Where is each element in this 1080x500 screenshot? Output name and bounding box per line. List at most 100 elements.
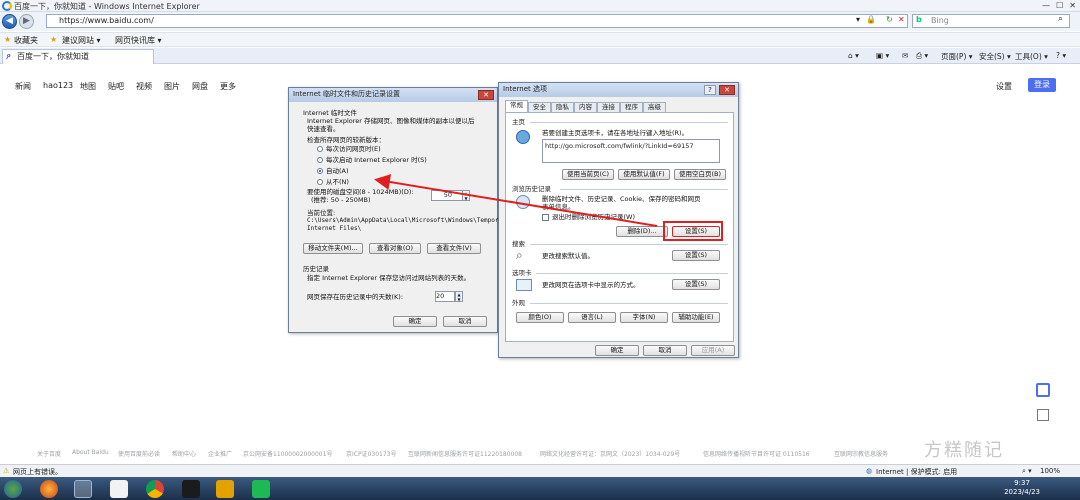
close-icon[interactable]: ✕ [1069,1,1076,11]
app-icon[interactable] [216,480,234,498]
ie-taskbar-icon[interactable] [74,480,92,498]
close-icon[interactable]: ✕ [719,85,735,95]
text-editor-icon[interactable] [110,480,128,498]
cancel-button[interactable]: 取消 [443,316,487,327]
chrome-icon[interactable] [146,480,164,498]
feeds-icon[interactable]: ▣ ▾ [876,51,889,60]
tab-programs[interactable]: 程序 [620,102,643,112]
cancel-button[interactable]: 取消 [643,345,687,356]
use-default-button[interactable]: 使用默认值(F) [618,169,670,180]
footer-link[interactable]: 网络文化经营许可证：京网文（2023）1034-029号 [540,449,680,458]
apply-button[interactable]: 应用(A) [691,345,735,356]
footer-link[interactable]: 帮助中心 [172,449,196,458]
nav-news[interactable]: 新闻 [15,81,31,92]
safety-menu[interactable]: 安全(S) ▾ [979,51,1011,62]
exit-delete-checkbox[interactable] [542,214,549,221]
history-days-field[interactable]: 20 [435,291,455,302]
tab-connections[interactable]: 连接 [597,102,620,112]
nav-video[interactable]: 视频 [136,81,152,92]
move-folder-button[interactable]: 移动文件夹(M)... [303,243,363,254]
web-slice-gallery[interactable]: 网页快讯库 ▾ [115,35,162,46]
home-url-field[interactable]: http://go.microsoft.com/fwlink/?LinkId=6… [542,139,720,163]
accessibility-button[interactable]: 辅助功能(E) [672,312,720,323]
github-icon[interactable] [182,480,200,498]
tabs-settings-button[interactable]: 设置(S) [672,279,720,290]
login-button[interactable]: 登录 [1028,78,1056,92]
footer-link[interactable]: 京ICP证030173号 [346,449,396,458]
languages-button[interactable]: 语言(L) [568,312,616,323]
refresh-icon[interactable]: ↻ [886,15,893,24]
radio-never[interactable] [317,179,323,185]
forward-icon[interactable]: ▶ [19,14,34,29]
minimize-icon[interactable]: — [1042,1,1050,11]
zoom-level[interactable]: 100% [1040,467,1060,475]
help-icon[interactable]: ? [704,85,716,95]
delete-button[interactable]: 删除(D)... [616,226,668,237]
maximize-icon[interactable]: ☐ [1056,1,1063,11]
pycharm-icon[interactable] [252,480,270,498]
radio-every-visit[interactable] [317,146,323,152]
warning-icon[interactable]: ⚠ [3,467,9,475]
tools-menu[interactable]: 工具(O) ▾ [1015,51,1048,62]
ok-button[interactable]: 确定 [595,345,639,356]
start-icon[interactable] [4,480,22,498]
footer-link[interactable]: 互联网新闻信息服务许可证11220180008 [408,449,522,458]
add-favorite-icon[interactable]: ★ [50,35,57,44]
ok-button[interactable]: 确定 [393,316,437,327]
use-blank-button[interactable]: 使用空白页(B) [674,169,726,180]
nav-map[interactable]: 地图 [80,81,96,92]
radio-automatic[interactable] [317,168,323,174]
footer-link[interactable]: 关于百度 [37,449,61,458]
page-menu[interactable]: 页面(P) ▾ [941,51,973,62]
tab-content[interactable]: 内容 [574,102,597,112]
dropdown-icon[interactable]: ▾ [856,15,860,24]
view-objects-button[interactable]: 查看对象(O) [369,243,421,254]
view-files-button[interactable]: 查看文件(V) [427,243,481,254]
nav-tieba[interactable]: 贴吧 [108,81,124,92]
search-settings-button[interactable]: 设置(S) [672,250,720,261]
footer-link[interactable]: 信息网络传播视听节目许可证 0110516 [703,449,810,458]
footer-link[interactable]: 使用百度前必读 [118,449,160,458]
firefox-icon[interactable] [40,480,58,498]
days-spinner[interactable]: ▲ ▼ [455,291,463,302]
lock-icon[interactable]: 🔒 [866,15,876,24]
nav-images[interactable]: 图片 [164,81,180,92]
system-clock[interactable]: 9:37 2023/4/23 [1004,479,1040,497]
search-input[interactable]: Bing [912,14,1070,28]
nav-hao123[interactable]: hao123 [43,81,73,90]
tab-advanced[interactable]: 高级 [643,102,666,112]
nav-more[interactable]: 更多 [220,81,236,92]
back-icon[interactable]: ◀ [2,14,17,29]
zoom-icon[interactable]: ⌕ ▾ [1022,467,1032,476]
disk-spinner[interactable]: ▲ ▼ [462,190,470,201]
colors-button[interactable]: 颜色(O) [516,312,564,323]
footer-link[interactable]: 互联网宗教信息服务 [834,449,888,458]
print-icon[interactable]: ⎙ ▾ [916,51,928,61]
search-icon[interactable]: ⌕ [1058,14,1063,24]
footer-link[interactable]: 企业推广 [208,449,232,458]
baidu-settings[interactable]: 设置 [996,81,1012,92]
tab-general[interactable]: 常规 [505,100,528,112]
qrcode-icon[interactable] [1037,409,1049,421]
footer-link[interactable]: About Baidu [72,449,109,456]
help-icon[interactable]: ? ▾ [1056,51,1066,60]
tab-baidu[interactable]: ዖ 百度一下，你就知道 [2,49,154,64]
address-input[interactable]: https://www.baidu.com/ [46,14,908,28]
home-icon[interactable]: ⌂ ▾ [848,51,859,60]
tab-security[interactable]: 安全 [528,102,551,112]
disk-space-field[interactable]: 50 [431,190,463,201]
radio-every-start[interactable] [317,157,323,163]
fonts-button[interactable]: 字体(N) [620,312,668,323]
footer-link[interactable]: 京公网安备11000002000001号 [243,449,332,458]
suggested-sites[interactable]: 建议网站 ▾ [62,35,101,46]
history-desc-1: 删除临时文件、历史记录、Cookie、保存的密码和网页 [542,195,701,203]
scan-icon[interactable] [1036,383,1050,397]
tab-privacy[interactable]: 隐私 [551,102,574,112]
nav-netdisk[interactable]: 网盘 [192,81,208,92]
close-icon[interactable]: ✕ [478,90,494,100]
favorites-button[interactable]: 收藏夹 [14,35,38,46]
mail-icon[interactable]: ✉ [902,51,908,60]
use-current-button[interactable]: 使用当前页(C) [562,169,614,180]
stop-icon[interactable]: ✕ [898,15,905,24]
zone-text[interactable]: Internet | 保护模式: 启用 [876,467,957,477]
